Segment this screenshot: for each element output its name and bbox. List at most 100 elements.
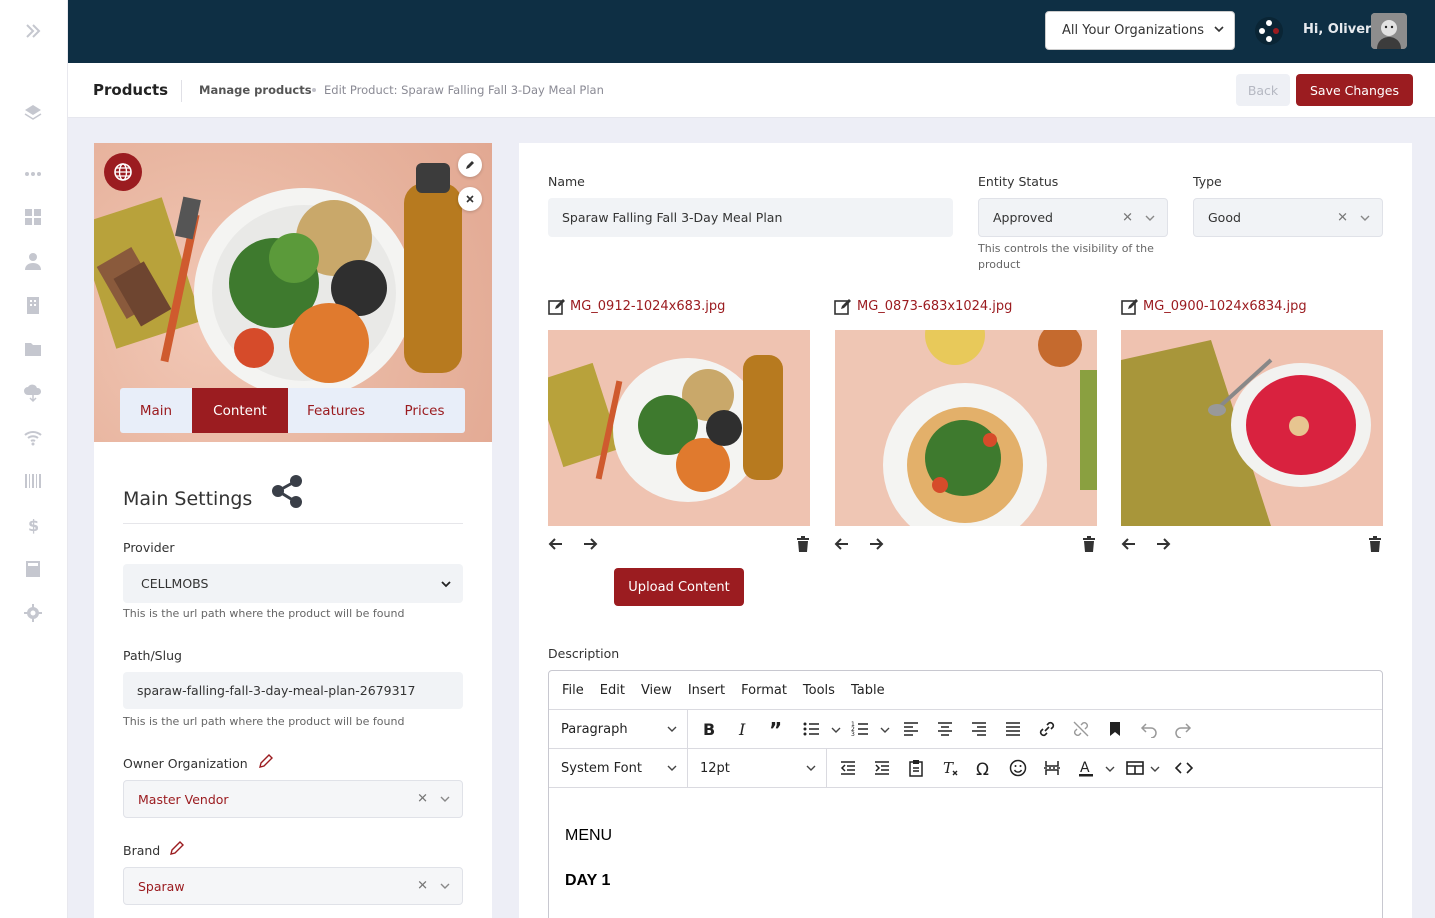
link-button[interactable]: [1037, 719, 1057, 739]
breadcrumb-separator: [312, 88, 316, 92]
breadcrumb-manage-products[interactable]: Manage products: [199, 83, 312, 97]
clear-icon[interactable]: ✕: [1337, 210, 1348, 225]
path-input[interactable]: sparaw-falling-fall-3-day-meal-plan-2679…: [123, 672, 463, 709]
layers-icon[interactable]: [21, 100, 45, 124]
menu-file[interactable]: File: [562, 683, 584, 698]
numbered-list-button[interactable]: 123: [850, 719, 870, 739]
dashboard-icon[interactable]: [21, 205, 45, 229]
globe-button[interactable]: [104, 153, 142, 191]
gear-icon[interactable]: [21, 601, 45, 625]
blockquote-button[interactable]: ”: [767, 719, 787, 739]
align-left-button[interactable]: [901, 719, 921, 739]
more-icon[interactable]: [21, 162, 45, 186]
edit-file-icon[interactable]: [548, 298, 566, 316]
provider-help: This is the url path where the product w…: [123, 607, 405, 620]
book-icon[interactable]: [21, 557, 45, 581]
italic-button[interactable]: I: [733, 719, 753, 739]
menu-insert[interactable]: Insert: [688, 683, 725, 698]
pencil-icon[interactable]: [258, 753, 274, 769]
edit-file-icon[interactable]: [1121, 298, 1139, 316]
image-file-link[interactable]: MG_0900-1024x6834.jpg: [1143, 299, 1307, 314]
clear-icon[interactable]: ✕: [417, 792, 428, 807]
save-changes-button[interactable]: Save Changes: [1296, 74, 1413, 106]
align-center-button[interactable]: [935, 719, 955, 739]
source-code-button[interactable]: [1174, 758, 1194, 778]
move-left-icon[interactable]: [548, 536, 564, 552]
tab-features[interactable]: Features: [288, 388, 384, 433]
upload-content-button[interactable]: Upload Content: [614, 568, 744, 606]
type-select[interactable]: Good ✕: [1193, 198, 1383, 237]
barcode-icon[interactable]: [21, 469, 45, 493]
chevron-down-icon[interactable]: [880, 725, 890, 735]
justify-button[interactable]: [1003, 719, 1023, 739]
font-family-select[interactable]: System Font: [549, 749, 688, 787]
avatar[interactable]: [1371, 13, 1407, 49]
outdent-button[interactable]: [838, 758, 858, 778]
image-file-link[interactable]: MG_0873-683x1024.jpg: [857, 299, 1012, 314]
move-left-icon[interactable]: [834, 536, 850, 552]
text-color-button[interactable]: A: [1076, 758, 1096, 778]
app-logo-icon[interactable]: [1254, 16, 1284, 46]
font-size-select[interactable]: 12pt: [688, 749, 827, 787]
back-button[interactable]: Back: [1236, 74, 1290, 106]
bold-button[interactable]: B: [699, 719, 719, 739]
clear-format-button[interactable]: T: [940, 758, 960, 778]
bullet-list-icon: [803, 722, 819, 736]
menu-edit[interactable]: Edit: [600, 683, 625, 698]
building-icon[interactable]: [21, 293, 45, 317]
user-icon[interactable]: [21, 249, 45, 273]
special-char-button[interactable]: Ω: [974, 758, 994, 778]
edit-file-icon[interactable]: [834, 298, 852, 316]
organization-select[interactable]: All Your Organizations: [1045, 11, 1235, 50]
move-right-icon[interactable]: [582, 536, 598, 552]
brand-select[interactable]: Sparaw ✕: [123, 867, 463, 905]
expand-icon[interactable]: [21, 19, 45, 43]
align-right-button[interactable]: [969, 719, 989, 739]
menu-table[interactable]: Table: [851, 683, 885, 698]
edit-image-button[interactable]: [458, 153, 482, 177]
folder-icon[interactable]: [21, 337, 45, 361]
tab-content[interactable]: Content: [192, 388, 288, 433]
chevron-down-icon[interactable]: [831, 725, 841, 735]
clear-icon[interactable]: ✕: [417, 879, 428, 894]
table-button[interactable]: [1125, 758, 1145, 778]
clear-icon[interactable]: ✕: [1122, 210, 1133, 225]
block-format-select[interactable]: Paragraph: [549, 710, 688, 748]
menu-format[interactable]: Format: [741, 683, 787, 698]
unlink-button[interactable]: [1071, 719, 1091, 739]
trash-icon[interactable]: [796, 536, 810, 552]
editor-content[interactable]: MENU DAY 1: [549, 789, 1382, 918]
page-break-button[interactable]: [1042, 758, 1062, 778]
emoji-button[interactable]: [1008, 758, 1028, 778]
dollar-icon[interactable]: $: [21, 513, 45, 537]
cloud-download-icon[interactable]: [21, 381, 45, 405]
align-center-icon: [938, 722, 952, 736]
tab-prices[interactable]: Prices: [384, 388, 465, 433]
tab-main[interactable]: Main: [120, 388, 192, 433]
user-greeting[interactable]: Hi, Oliver: [1303, 22, 1371, 37]
bullet-list-button[interactable]: [801, 719, 821, 739]
entity-status-select[interactable]: Approved ✕: [978, 198, 1168, 237]
move-left-icon[interactable]: [1121, 536, 1137, 552]
undo-button[interactable]: [1139, 719, 1159, 739]
menu-tools[interactable]: Tools: [803, 683, 835, 698]
owner-org-select[interactable]: Master Vendor ✕: [123, 780, 463, 818]
redo-button[interactable]: [1173, 719, 1193, 739]
share-icon[interactable]: [270, 473, 306, 509]
image-file-link[interactable]: MG_0912-1024x683.jpg: [570, 299, 725, 314]
indent-button[interactable]: [872, 758, 892, 778]
chevron-down-icon[interactable]: [1150, 764, 1160, 774]
wifi-icon[interactable]: [21, 425, 45, 449]
provider-select[interactable]: CELLMOBS: [123, 564, 463, 603]
move-right-icon[interactable]: [1155, 536, 1171, 552]
move-right-icon[interactable]: [868, 536, 884, 552]
pencil-icon[interactable]: [169, 840, 185, 856]
bookmark-button[interactable]: [1105, 719, 1125, 739]
remove-image-button[interactable]: [458, 187, 482, 211]
name-input[interactable]: Sparaw Falling Fall 3-Day Meal Plan: [548, 198, 953, 237]
chevron-down-icon[interactable]: [1105, 764, 1115, 774]
trash-icon[interactable]: [1082, 536, 1096, 552]
paste-button[interactable]: [906, 758, 926, 778]
trash-icon[interactable]: [1368, 536, 1382, 552]
menu-view[interactable]: View: [641, 683, 672, 698]
